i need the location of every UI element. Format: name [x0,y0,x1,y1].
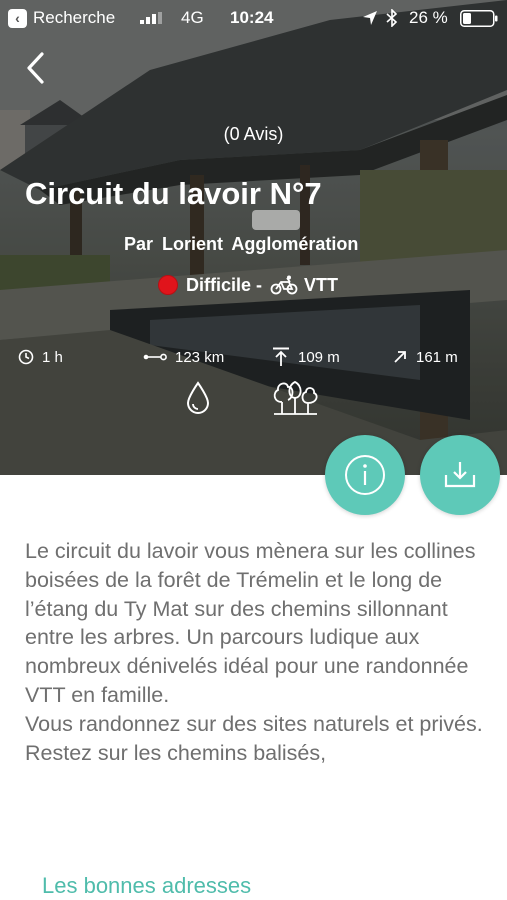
elevation-arrow-icon [394,351,406,363]
description-paragraph: Le circuit du lavoir vous mènera sur les… [25,539,476,707]
download-button[interactable] [420,435,500,515]
duration-stat: 1 h [18,346,63,368]
difficulty-label: Difficile - [186,274,263,295]
info-button[interactable] [325,435,405,515]
status-bar: ‹ Recherche 4G 10:24 26 % [0,0,507,36]
reviews-count-link[interactable]: (0 Avis) [0,124,507,145]
mountain-bike-icon [270,275,298,295]
author-label: Par Lorient Agglomération [124,234,359,254]
distance-icon [143,353,167,361]
difficulty-dot-icon [158,275,178,295]
elevation-gain-stat: 161 m [392,346,458,368]
clock: 10:24 [230,8,274,27]
route-description: Le circuit du lavoir vous mènera sur les… [25,537,495,767]
back-to-app-label[interactable]: Recherche [33,8,115,28]
battery-percentage: 26 % [409,8,448,27]
bluetooth-icon [386,9,398,27]
good-addresses-section-title[interactable]: Les bonnes adresses [42,873,251,899]
location-arrow-icon [363,11,377,25]
max-altitude-value: 109 m [298,348,340,366]
chevron-left-icon [27,52,44,84]
water-drop-icon [186,381,210,414]
distance-value: 123 km [175,348,225,366]
distance-stat: 123 km [143,346,224,368]
clock-icon [18,349,34,365]
activity-label: VTT [304,274,339,295]
signal-strength-icon [140,12,162,24]
app-back-badge-icon: ‹ [8,9,27,28]
elevation-gain-value: 161 m [416,348,458,366]
network-type: 4G [181,8,204,27]
difficulty-activity-row: Difficile - VTT [158,272,338,298]
description-paragraph: Vous randonnez sur des sites naturels et… [25,711,483,765]
info-icon [345,455,385,495]
page-title: Circuit du lavoir N°7 [25,176,322,211]
duration-value: 1 h [42,348,63,366]
max-altitude-stat: 109 m [272,346,340,368]
max-altitude-icon [273,347,289,366]
battery-icon [460,10,498,27]
forest-icon [273,381,318,415]
download-icon [444,462,476,488]
back-button[interactable] [20,50,54,86]
